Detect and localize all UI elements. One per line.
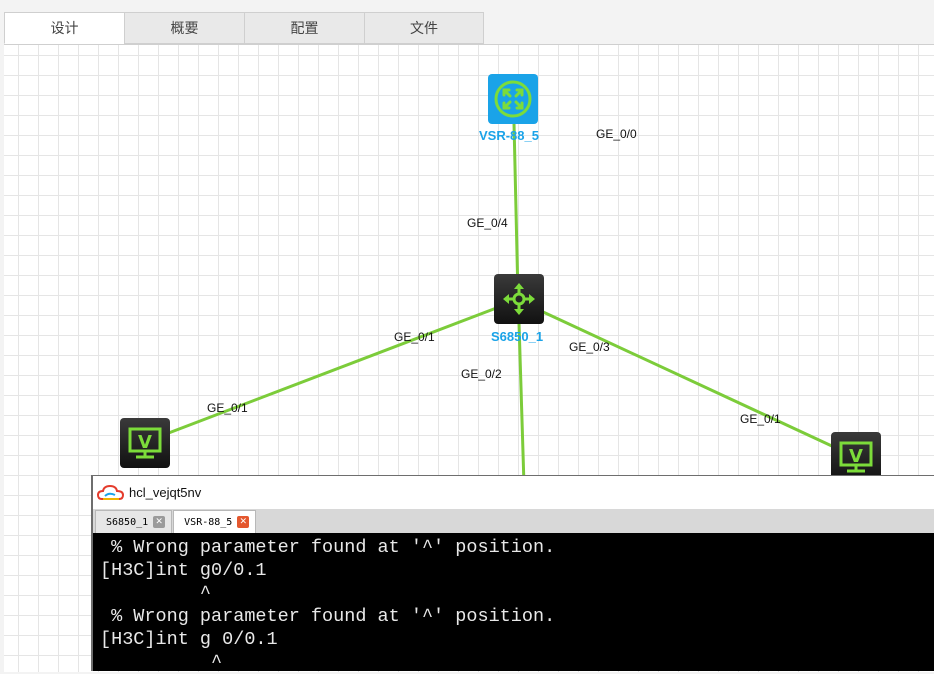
terminal-line: [H3C]int g 0/0.1 — [100, 629, 278, 650]
router-device[interactable] — [488, 74, 538, 124]
port-label-pc-right-ge01: GE_0/1 — [740, 412, 781, 426]
tab-design[interactable]: 设计 — [4, 12, 124, 44]
switch-icon — [503, 283, 535, 315]
svg-text:V: V — [849, 446, 863, 467]
close-icon[interactable]: ✕ — [237, 516, 250, 528]
console-tabs: S6850_1 ✕ VSR-88_5 ✕ — [93, 509, 934, 533]
switch-label: S6850_1 — [491, 329, 544, 344]
svg-text:V: V — [138, 432, 152, 453]
console-titlebar[interactable]: hcl_vejqt5nv — [93, 476, 934, 509]
console-tab-s6850[interactable]: S6850_1 ✕ — [95, 510, 173, 533]
console-tab-label: S6850_1 — [106, 516, 149, 528]
pc-icon: V — [839, 441, 873, 473]
pc-left-device[interactable]: V — [120, 418, 170, 468]
router-icon — [494, 80, 532, 118]
link-switch-down[interactable] — [517, 322, 526, 486]
link-router-switch[interactable] — [512, 122, 520, 298]
console-tab-label: VSR-88_5 — [184, 516, 233, 528]
port-label-switch-ge01: GE_0/1 — [394, 330, 435, 344]
terminal-line: % Wrong parameter found at '^' position. — [100, 606, 556, 627]
port-label-switch-ge04: GE_0/4 — [467, 216, 508, 230]
cloud-logo-icon — [97, 484, 125, 500]
tab-summary[interactable]: 概要 — [124, 12, 244, 44]
port-label-pc-left-ge01: GE_0/1 — [207, 401, 248, 415]
terminal-output[interactable]: % Wrong parameter found at '^' position.… — [93, 533, 934, 674]
terminal-line: [H3C]int g0/0.1 — [100, 560, 267, 581]
console-window[interactable]: hcl_vejqt5nv S6850_1 ✕ VSR-88_5 ✕ % Wron… — [91, 475, 934, 674]
tab-files[interactable]: 文件 — [364, 12, 484, 44]
terminal-line: % Wrong parameter found at '^' position. — [100, 537, 556, 558]
view-tabs: 设计 概要 配置 文件 — [4, 12, 484, 45]
router-label: VSR-88_5 — [479, 128, 539, 143]
console-title: hcl_vejqt5nv — [129, 485, 202, 500]
port-label-router-ge00: GE_0/0 — [596, 127, 637, 141]
console-tab-vsr[interactable]: VSR-88_5 ✕ — [173, 510, 257, 533]
port-label-switch-ge02: GE_0/2 — [461, 367, 502, 381]
close-icon[interactable]: ✕ — [153, 516, 166, 528]
terminal-line: ^ — [100, 583, 212, 604]
pc-icon: V — [128, 427, 162, 459]
link-switch-pc-right[interactable] — [540, 309, 835, 449]
tab-config[interactable]: 配置 — [244, 12, 364, 44]
switch-device[interactable] — [494, 274, 544, 324]
port-label-switch-ge03: GE_0/3 — [569, 340, 610, 354]
top-strip — [0, 0, 934, 12]
